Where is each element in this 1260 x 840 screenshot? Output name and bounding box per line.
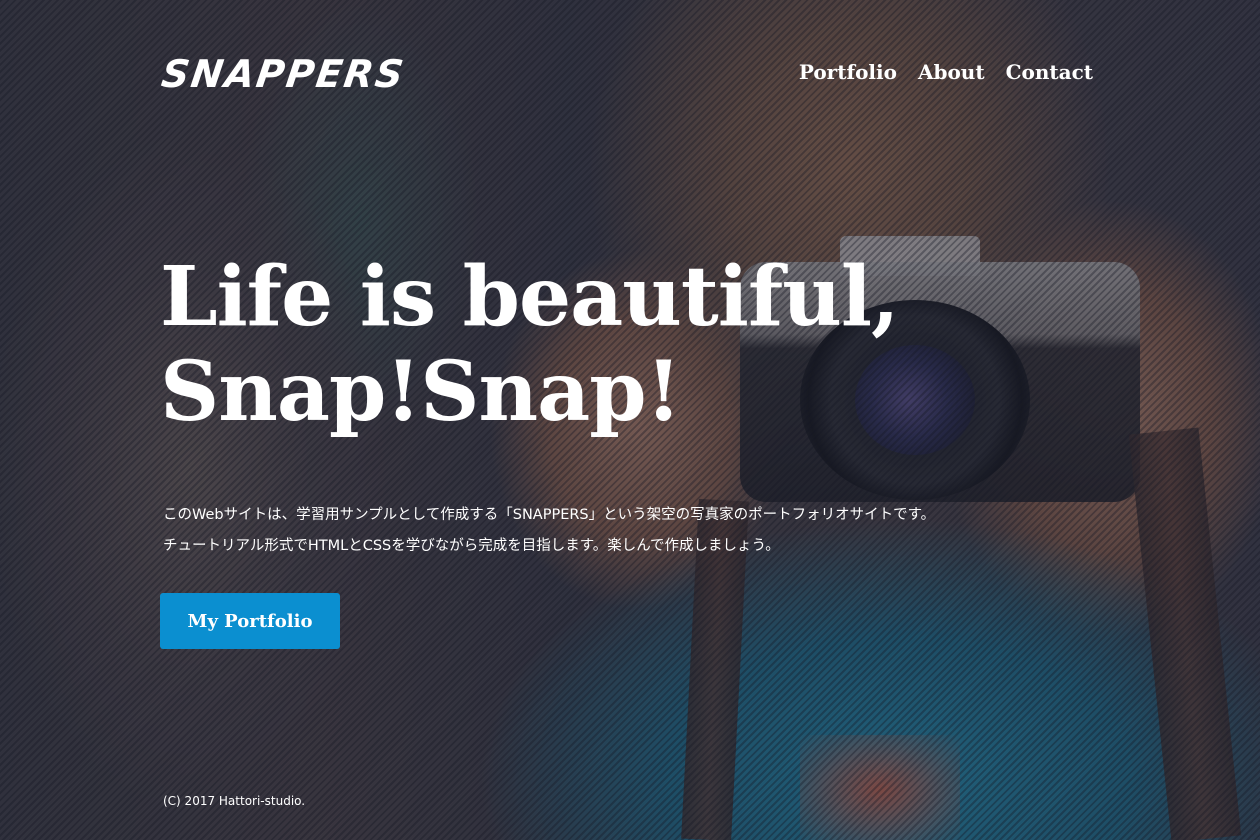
main-nav: Portfolio About Contact bbox=[799, 60, 1093, 84]
nav-link-portfolio[interactable]: Portfolio bbox=[799, 60, 897, 84]
site-logo[interactable]: SNAPPERS bbox=[159, 52, 408, 96]
hero-description: このWebサイトは、学習用サンプルとして作成する「SNAPPERS」という架空の… bbox=[163, 500, 1063, 562]
hero-headline: Life is beautiful, Snap!Snap! bbox=[160, 249, 900, 440]
page: SNAPPERS Portfolio About Contact Life is… bbox=[0, 0, 1260, 840]
my-portfolio-button[interactable]: My Portfolio bbox=[160, 593, 340, 649]
hero-headline-line1: Life is beautiful, bbox=[160, 249, 900, 345]
hero-headline-line2: Snap!Snap! bbox=[160, 344, 682, 440]
hero-description-line1: このWebサイトは、学習用サンプルとして作成する「SNAPPERS」という架空の… bbox=[163, 507, 936, 523]
hero-description-line2: チュートリアル形式でHTMLとCSSを学びながら完成を目指します。楽しんで作成し… bbox=[163, 538, 780, 554]
nav-link-about[interactable]: About bbox=[918, 60, 985, 84]
copyright-text: (C) 2017 Hattori-studio. bbox=[163, 794, 306, 808]
nav-link-contact[interactable]: Contact bbox=[1006, 60, 1093, 84]
